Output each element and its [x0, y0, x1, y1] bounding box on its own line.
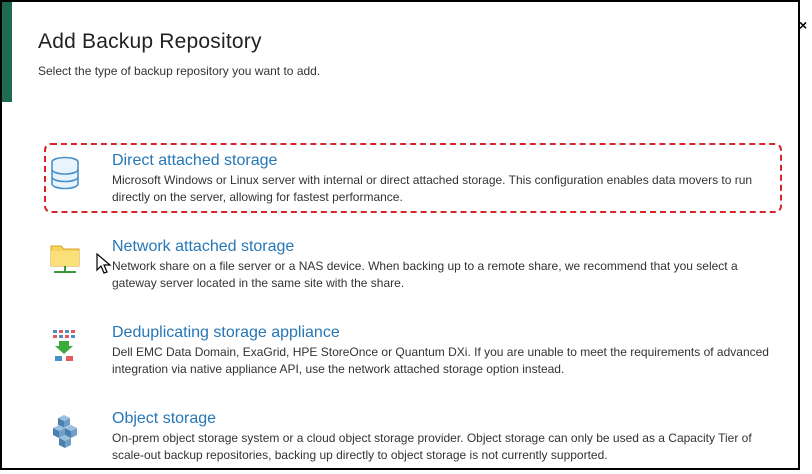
header-accent-bar [2, 2, 12, 102]
option-description: On-prem object storage system or a cloud… [112, 431, 752, 462]
dialog-title: Add Backup Repository [38, 30, 262, 53]
option-network-attached-storage[interactable]: Network attached storage Network share o… [50, 238, 785, 296]
object-storage-icon [53, 415, 77, 448]
option-title[interactable]: Object storage [112, 410, 216, 428]
close-button[interactable]: × [799, 18, 807, 32]
option-description: Dell EMC Data Domain, ExaGrid, HPE Store… [112, 345, 769, 376]
option-object-storage[interactable]: Object storage On-prem object storage sy… [50, 410, 785, 468]
option-description: Network share on a file server or a NAS … [112, 259, 738, 290]
dialog-subtitle: Select the type of backup repository you… [38, 64, 321, 78]
network-folder-icon [50, 245, 80, 273]
option-title[interactable]: Deduplicating storage appliance [112, 324, 340, 342]
add-backup-repository-dialog: Add Backup Repository Select the type of… [0, 0, 800, 470]
deduplication-icon [53, 330, 75, 361]
option-title[interactable]: Network attached storage [112, 238, 294, 256]
option-deduplicating-storage-appliance[interactable]: Deduplicating storage appliance Dell EMC… [50, 324, 785, 382]
mouse-cursor-icon [96, 253, 112, 274]
selection-highlight [44, 143, 782, 213]
